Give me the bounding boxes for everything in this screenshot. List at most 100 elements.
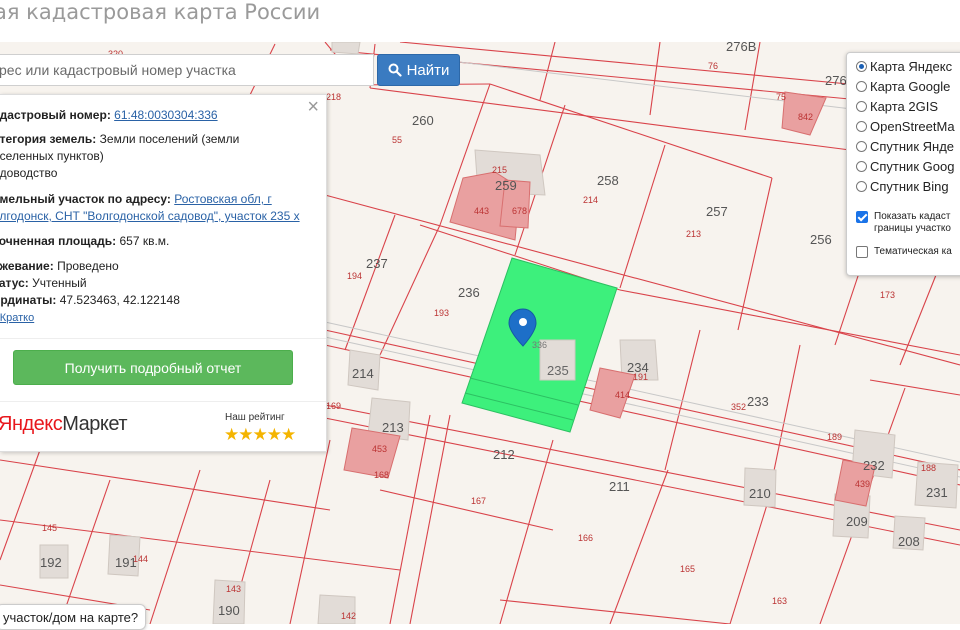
plot-number: 194	[347, 271, 362, 281]
radio-icon	[856, 161, 867, 172]
layer-option[interactable]: Спутник Янде	[856, 139, 954, 154]
layer-option-label: Карта 2GIS	[870, 99, 939, 114]
map-hint-popup[interactable]: участок/дом на карте?	[0, 604, 146, 630]
layer-option-label: Спутник Goog	[870, 159, 955, 174]
plot-number: 142	[341, 611, 356, 621]
radio-icon	[856, 141, 867, 152]
plot-number: 231	[926, 485, 948, 500]
plot-number: 256	[810, 232, 832, 247]
status-value: Учтенный	[32, 276, 87, 290]
land-category-row: атегория земель: Земли поселений (земли	[0, 131, 319, 148]
rating-label: Наш рейтинг	[225, 412, 285, 423]
plot-number: 212	[493, 447, 515, 462]
plot-number: 209	[846, 514, 868, 529]
plot-number: 842	[798, 112, 813, 122]
address-label: емельный участок по адресу:	[0, 192, 171, 206]
divider	[0, 401, 326, 402]
layer-option[interactable]: Карта Яндекс	[856, 59, 952, 74]
layer-option-label: Карта Яндекс	[870, 59, 953, 74]
brief-link[interactable]: - Кратко	[0, 312, 34, 324]
plot-number: 167	[471, 496, 486, 506]
plot-number: 163	[772, 596, 787, 606]
plot-number: 145	[42, 523, 57, 533]
yandex-market-logo[interactable]: ЯндексМаркет	[0, 413, 127, 436]
plot-number: 188	[921, 463, 936, 473]
layer-option-label: OpenStreetMa	[870, 119, 955, 134]
thematic-label: Тематическая ка	[874, 246, 952, 257]
plot-number: 214	[352, 366, 374, 381]
area-row: точненная площадь: 657 кв.м.	[0, 233, 319, 250]
plot-number: 189	[827, 432, 842, 442]
thematic-map-checkbox[interactable]: Тематическая ка	[856, 246, 952, 258]
status-label: татус:	[0, 276, 29, 290]
page-title: ая кадастровая карта России	[0, 0, 321, 24]
plot-number: 165	[680, 564, 695, 574]
plot-number: 76	[708, 61, 718, 71]
plot-number: 169	[326, 401, 341, 411]
layer-option[interactable]: Спутник Goog	[856, 159, 954, 174]
plot-number: 214	[583, 195, 598, 205]
map-layers-panel: Карта Яндекс Карта Google Карта 2GIS OpenSt…	[846, 52, 960, 276]
market-logo-ya: Яндекс	[0, 413, 63, 435]
plot-number: 259	[495, 178, 517, 193]
cadastral-number-row: адастровый номер: 61:48:0030304:336	[0, 107, 319, 124]
plot-number: 143	[226, 584, 241, 594]
radio-icon	[856, 181, 867, 192]
plot-number: 453	[372, 444, 387, 454]
layer-option[interactable]: Спутник Bing	[856, 179, 949, 194]
layer-option[interactable]: Карта 2GIS	[856, 99, 938, 114]
cadastral-number-label: адастровый номер:	[0, 108, 111, 122]
checkbox-icon	[856, 211, 868, 223]
layer-option[interactable]: Карта Google	[856, 79, 950, 94]
plot-number: 414	[615, 390, 630, 400]
plot-number: 75	[776, 92, 786, 102]
plot-number: 190	[218, 603, 240, 618]
plot-number: 193	[434, 308, 449, 318]
land-use-line: адоводство	[0, 166, 58, 180]
survey-label: ежевание:	[0, 259, 54, 273]
show-cadastral-borders-checkbox[interactable]: Показать кадаст границы участко	[856, 211, 951, 235]
market-logo-word: Маркет	[62, 413, 127, 435]
coordinates-label: ординаты:	[0, 293, 57, 307]
layer-option[interactable]: OpenStreetMa	[856, 119, 955, 134]
plot-number: 235	[547, 363, 569, 378]
detailed-report-button[interactable]: Получить подробный отчет	[13, 350, 293, 385]
plot-number: 166	[578, 533, 593, 543]
plot-number: 211	[609, 479, 630, 494]
plot-number: 678	[512, 206, 527, 216]
search-button[interactable]: Найти	[377, 54, 460, 86]
land-category-label: атегория земель:	[0, 132, 97, 146]
plot-number: 208	[898, 534, 920, 549]
divider	[0, 338, 326, 339]
search-icon	[388, 63, 402, 77]
coordinates-value: 47.523463, 42.122148	[59, 293, 180, 307]
plot-number: 168	[374, 470, 389, 480]
rating-stars-icon: ★★★★★	[224, 425, 296, 444]
plot-number: 439	[855, 479, 870, 489]
layer-option-label: Спутник Янде	[870, 139, 955, 154]
show-borders-label-1: Показать кадаст	[874, 211, 951, 222]
plot-number: 213	[382, 420, 404, 435]
status-row: татус: Учтенный	[0, 275, 319, 292]
address-link[interactable]: Ростовская обл, г	[174, 192, 272, 206]
search-input[interactable]	[0, 54, 374, 86]
plot-number: 218	[326, 92, 341, 102]
checkbox-icon	[856, 246, 868, 258]
plot-number: 144	[133, 554, 148, 564]
address-link-line-2[interactable]: олгодонск, СНТ "Волгодонской садовод", у…	[0, 209, 300, 223]
plot-number: 257	[706, 204, 728, 219]
plot-number: 192	[40, 555, 62, 570]
address-row: емельный участок по адресу: Ростовская о…	[0, 191, 319, 208]
survey-value: Проведено	[57, 259, 119, 273]
plot-number: 443	[474, 206, 489, 216]
cadastral-number-link[interactable]: 61:48:0030304:336	[114, 108, 217, 122]
plot-number: 276В	[726, 42, 756, 54]
plot-number: 237	[366, 256, 388, 271]
plot-number: 232	[863, 458, 885, 473]
plot-number: 210	[749, 486, 771, 501]
plot-number: 213	[686, 229, 701, 239]
show-borders-label-2: границы участко	[874, 223, 951, 234]
plot-number: 258	[597, 173, 619, 188]
plot-number: 55	[392, 135, 402, 145]
plot-number: 276	[825, 73, 847, 88]
